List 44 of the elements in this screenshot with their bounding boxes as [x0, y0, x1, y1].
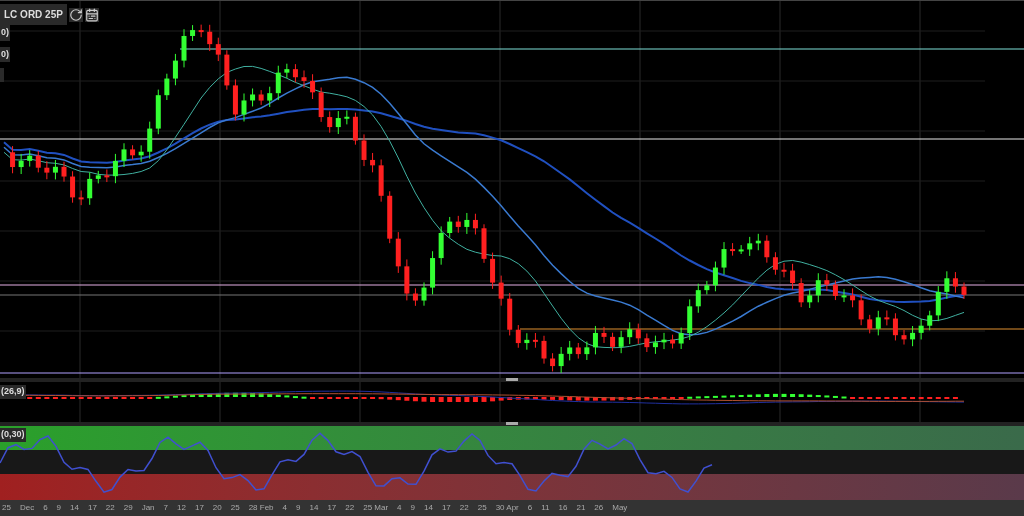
axis-label: Dec: [19, 502, 35, 514]
axis-label: 4: [282, 502, 287, 514]
axis-label: 20: [212, 502, 222, 514]
axis-label: 17: [441, 502, 451, 514]
axis-label: 9: [296, 502, 301, 514]
axis-label: 14: [309, 502, 319, 514]
axis-label: 26: [594, 502, 604, 514]
axis-label: 14: [424, 502, 433, 514]
stochastic-legend: (0,30): [0, 428, 26, 442]
axis-label: May: [612, 502, 628, 514]
axis-label: Jan: [141, 502, 155, 514]
axis-label: 28 Feb: [248, 502, 274, 514]
axis-label: 25 Mar: [363, 502, 389, 514]
legend-tab[interactable]: [0, 68, 4, 82]
axis-label: 22: [459, 502, 469, 514]
axis-label: 25: [230, 502, 240, 514]
axis-label: 25: [2, 502, 11, 514]
instrument-label[interactable]: LC ORD 25P: [0, 4, 67, 25]
axis-label: 29: [123, 502, 133, 514]
axis-label: 21: [576, 502, 586, 514]
axis-label: 17: [87, 502, 97, 514]
indicator-legend: 0): [0, 25, 10, 41]
resize-handle[interactable]: [506, 422, 518, 425]
axis-label: 9: [410, 502, 415, 514]
axis-label: 6: [43, 502, 48, 514]
calendar-icon[interactable]: [84, 7, 99, 22]
axis-label: 7: [163, 502, 169, 514]
macd-legend: (26,9): [0, 385, 26, 399]
axis-label: 22: [105, 502, 115, 514]
axis-label: 14: [70, 502, 79, 514]
axis-label: 4: [397, 502, 402, 514]
axis-label: 17: [327, 502, 337, 514]
axis-label: 30 Apr: [495, 502, 519, 514]
axis-label: 9: [56, 502, 62, 514]
axis-label: 12: [177, 502, 186, 514]
axis-label: 25: [477, 502, 487, 514]
axis-label: 16: [558, 502, 568, 514]
refresh-icon[interactable]: [68, 7, 83, 22]
axis-label: 11: [541, 502, 550, 514]
axis-label: 6: [527, 502, 533, 514]
axis-label: 22: [345, 502, 355, 514]
resize-handle[interactable]: [506, 378, 518, 381]
indicator-legend: 0): [0, 46, 10, 62]
axis-label: 17: [194, 502, 204, 514]
